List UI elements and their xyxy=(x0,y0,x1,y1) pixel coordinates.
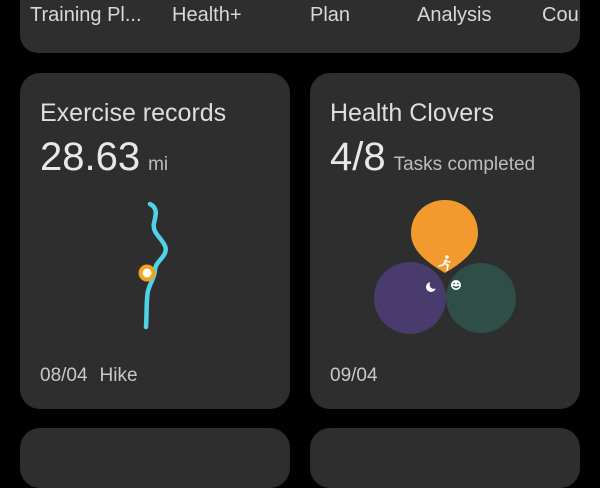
route-map xyxy=(138,201,168,330)
clovers-footer: 09/04 xyxy=(330,365,378,387)
health-clovers-card[interactable]: Health Clovers 4/8 Tasks completed 09/04 xyxy=(310,73,580,409)
tab-courses[interactable]: Cou xyxy=(542,4,579,27)
tab-analysis[interactable]: Analysis xyxy=(417,4,491,27)
tab-training-plan[interactable]: Training Pl... xyxy=(30,4,142,27)
smile-icon xyxy=(451,280,461,290)
bottom-right-card[interactable] xyxy=(310,428,580,488)
bottom-left-card[interactable] xyxy=(20,428,290,488)
exercise-activity: Hike xyxy=(99,365,138,386)
exercise-footer: 08/04 Hike xyxy=(40,365,138,387)
top-tab-bar: Training Pl... Health+ Plan Analysis Cou xyxy=(20,0,580,53)
sleep-petal xyxy=(374,262,446,334)
clovers-date: 09/04 xyxy=(330,365,378,386)
location-marker xyxy=(138,264,156,282)
tab-health-plus[interactable]: Health+ xyxy=(172,4,242,27)
mood-petal xyxy=(446,263,516,333)
exercise-date: 08/04 xyxy=(40,365,88,386)
exercise-records-card[interactable]: Exercise records 28.63 mi 08/04 Hike xyxy=(20,73,290,409)
tab-plan[interactable]: Plan xyxy=(310,4,350,27)
clover-graphic xyxy=(374,200,516,334)
